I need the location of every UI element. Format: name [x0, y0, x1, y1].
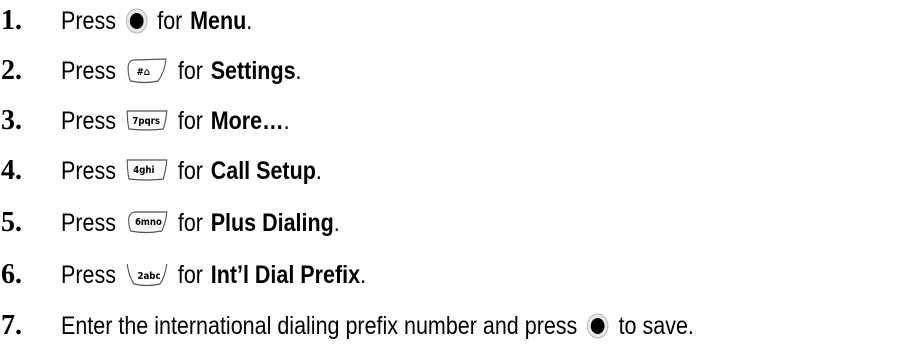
- ok-button-icon: [125, 8, 148, 34]
- step-verb: Press: [61, 7, 116, 35]
- key-label: #⌂: [137, 66, 151, 78]
- intl-dial-prefix-target: Int’l Dial Prefix: [210, 261, 361, 289]
- step-verb: Press: [61, 261, 116, 289]
- step-connector: for: [177, 261, 203, 289]
- step-number: 1.: [1, 5, 22, 36]
- step-text: Press 6mno for Plus Dialing.: [61, 203, 340, 243]
- six-key-icon: 6mno: [125, 209, 168, 237]
- step-verb: Press: [61, 107, 116, 135]
- step-text: Press 4ghi for Call Setup.: [61, 151, 322, 191]
- call-setup-target: Call Setup: [210, 157, 316, 185]
- step-connector: for: [177, 209, 203, 237]
- step-text: Press 7pqrs for More….: [61, 101, 290, 141]
- step-verb: Press: [61, 57, 116, 85]
- settings-target: Settings: [210, 57, 296, 85]
- step-text: Press for Menu.: [61, 1, 252, 41]
- step-number: 3.: [1, 105, 22, 136]
- step-number: 5.: [1, 207, 22, 238]
- step-verb: Press: [61, 209, 116, 237]
- key-label: 4ghi: [133, 164, 154, 176]
- two-key-icon: 2abc: [125, 261, 168, 289]
- step-number: 6.: [1, 259, 22, 290]
- step-connector: for: [177, 157, 203, 185]
- step-connector: to save.: [618, 312, 694, 340]
- step-text: Press #⌂ for Settings.: [61, 51, 302, 91]
- ok-button-icon: [587, 313, 609, 339]
- step-number: 4.: [1, 155, 22, 186]
- step-verb: Enter the international dialing prefix n…: [61, 312, 578, 340]
- key-label: 2abc: [137, 270, 160, 282]
- pound-key-icon: #⌂: [125, 57, 168, 85]
- step-text: Enter the international dialing prefix n…: [61, 306, 694, 346]
- step-text: Press 2abc for Int’l Dial Prefix.: [61, 255, 366, 295]
- step-connector: for: [177, 57, 203, 85]
- step-verb: Press: [61, 157, 116, 185]
- key-label: 7pqrs: [132, 115, 160, 127]
- step-connector: for: [177, 107, 203, 135]
- more-target: More…: [210, 107, 284, 135]
- plus-dialing-target: Plus Dialing: [210, 209, 334, 237]
- step-number: 7.: [1, 310, 22, 341]
- step-connector: for: [157, 7, 183, 35]
- step-number: 2.: [1, 55, 22, 86]
- four-key-icon: 4ghi: [125, 157, 168, 185]
- key-label: 6mno: [135, 216, 162, 228]
- seven-key-icon: 7pqrs: [125, 107, 168, 135]
- menu-target: Menu: [190, 7, 247, 35]
